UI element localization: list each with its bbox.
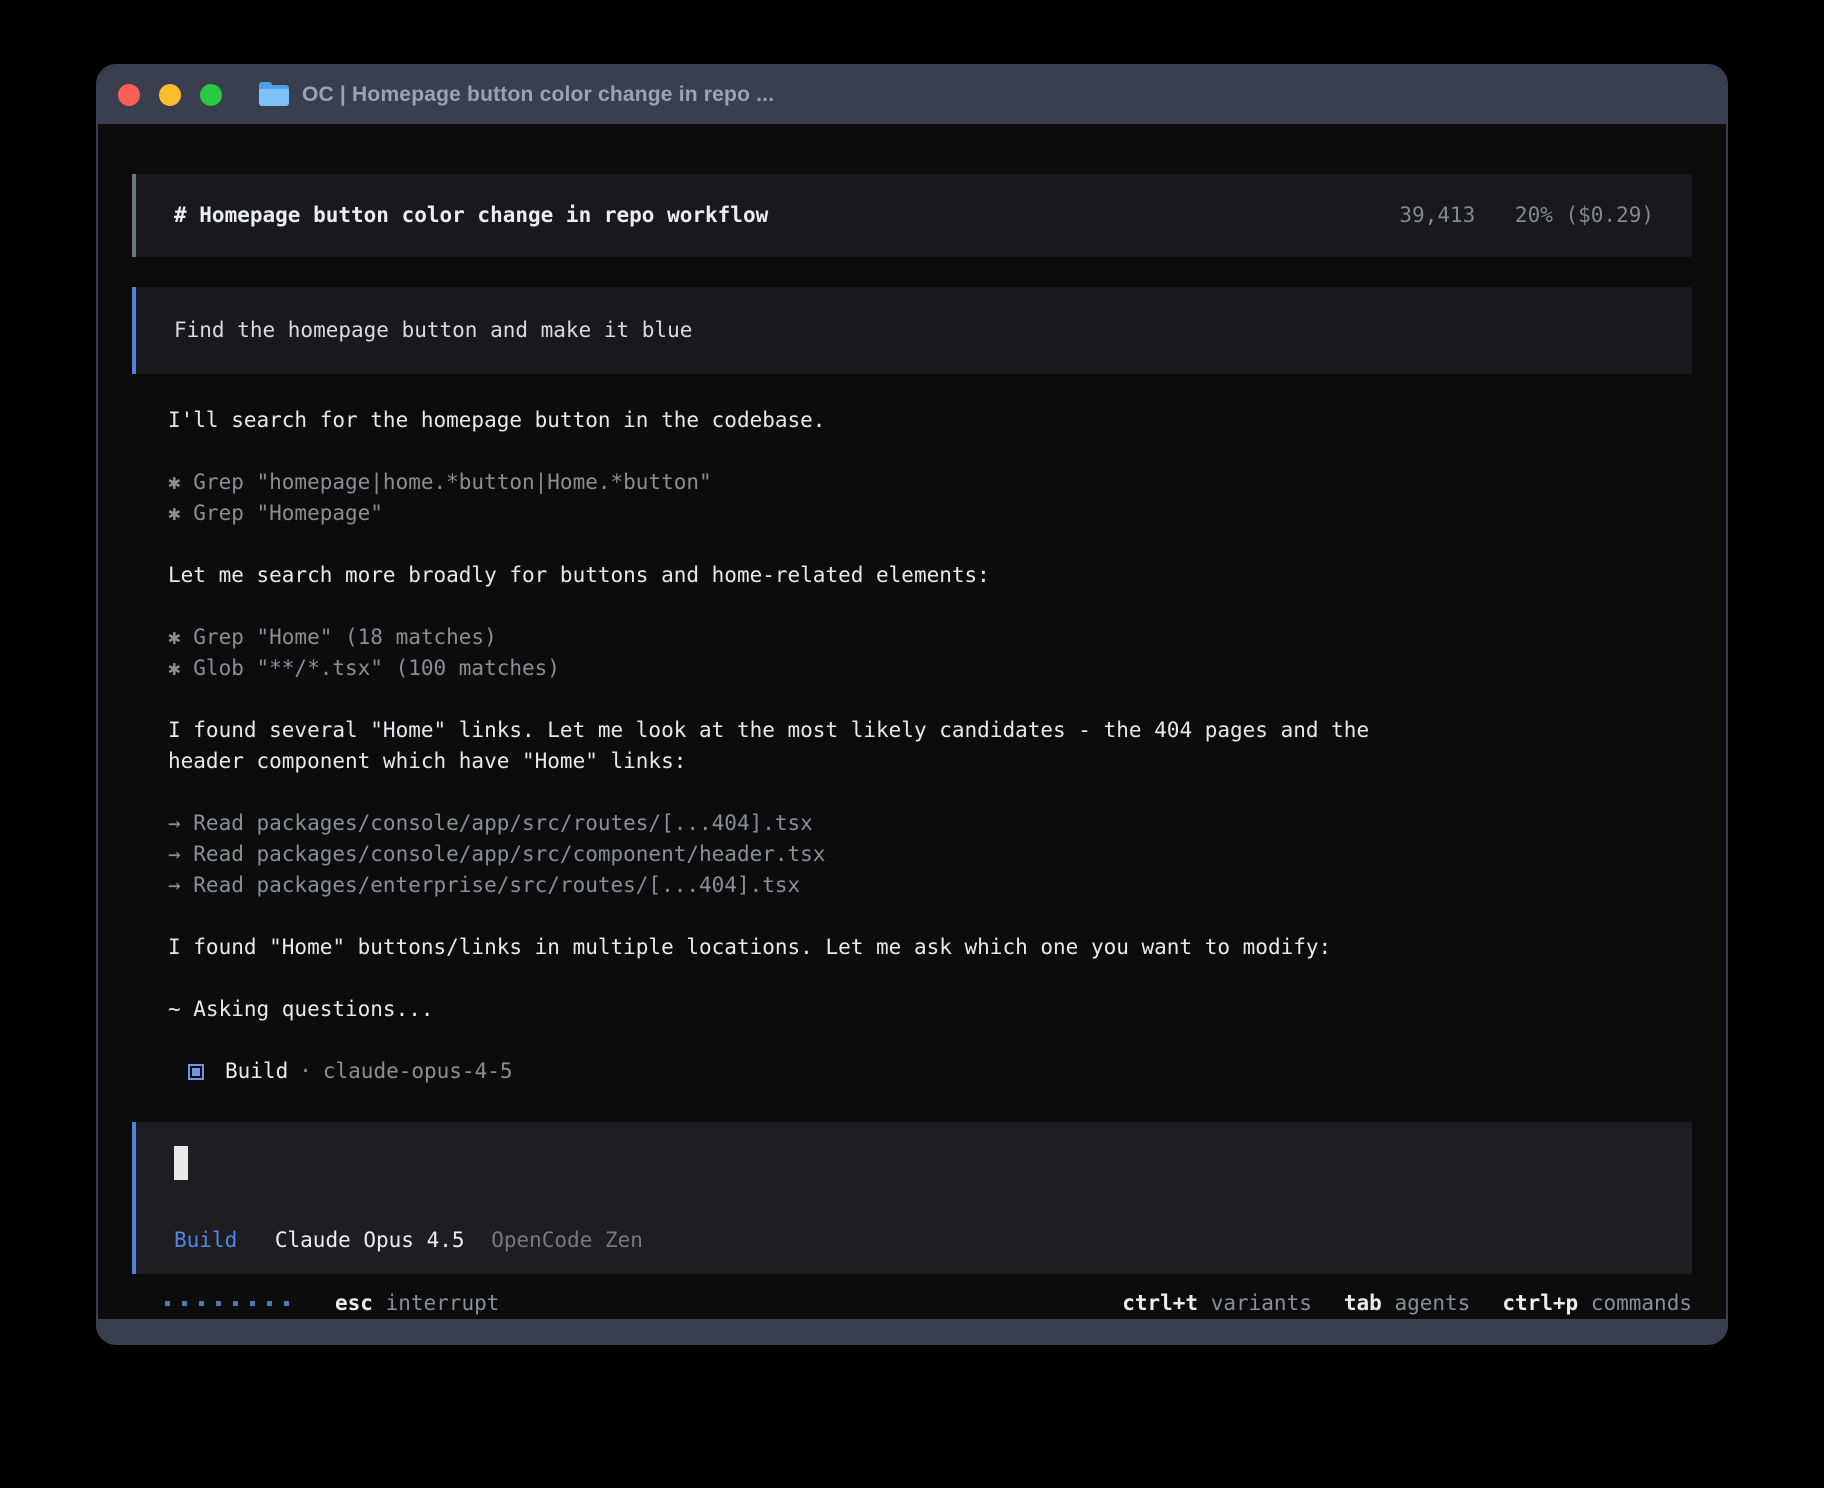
input-meta: Build Claude Opus 4.5 OpenCode Zen — [174, 1225, 1654, 1256]
assistant-paragraph: I'll search for the homepage button in t… — [168, 405, 1692, 436]
input-model-label: Claude Opus 4.5 — [275, 1228, 465, 1252]
assistant-line: I found "Home" buttons/links in multiple… — [168, 932, 1692, 963]
shortcut-key: ctrl+p — [1502, 1291, 1578, 1315]
assistant-paragraph: I found several "Home" links. Let me loo… — [168, 715, 1692, 777]
tool-call-group: → Read packages/console/app/src/routes/[… — [168, 808, 1692, 901]
shortcut-label: agents — [1394, 1291, 1470, 1315]
shortcut-key: tab — [1344, 1291, 1382, 1315]
assistant-line: I'll search for the homepage button in t… — [168, 405, 1692, 436]
context-usage: 20% ($0.29) — [1515, 203, 1654, 227]
close-button[interactable] — [118, 84, 140, 106]
shortcut-key: ctrl+t — [1122, 1291, 1198, 1315]
tool-call-grep: ✱ Grep "homepage|home.*button|Home.*butt… — [168, 467, 1692, 498]
user-message: Find the homepage button and make it blu… — [132, 287, 1692, 374]
agent-footer: Build · claude-opus-4-5 — [188, 1056, 1692, 1087]
titlebar: OC | Homepage button color change in rep… — [98, 66, 1726, 124]
tool-call-group: ✱ Grep "homepage|home.*button|Home.*butt… — [168, 467, 1692, 529]
folder-icon — [259, 83, 289, 107]
prompt-input[interactable]: Build Claude Opus 4.5 OpenCode Zen — [132, 1122, 1692, 1274]
shortcut-variants: ctrl+t variants — [1122, 1288, 1312, 1319]
agent-model: claude-opus-4-5 — [323, 1056, 513, 1087]
minimize-button[interactable] — [159, 84, 181, 106]
agent-build-icon — [188, 1064, 204, 1080]
session-header: # Homepage button color change in repo w… — [132, 174, 1692, 257]
shortcut-agents: tab agents — [1344, 1288, 1470, 1319]
app-window: OC | Homepage button color change in rep… — [96, 64, 1728, 1345]
shortcut-hints-right: ctrl+t variants tab agents ctrl+p comman… — [1090, 1288, 1692, 1319]
shortcut-label: commands — [1591, 1291, 1692, 1315]
tool-call-glob: ✱ Glob "**/*.tsx" (100 matches) — [168, 653, 1692, 684]
token-count: 39,413 — [1399, 203, 1475, 227]
tool-call-grep: ✱ Grep "Home" (18 matches) — [168, 622, 1692, 653]
shortcut-label: interrupt — [386, 1291, 500, 1315]
tool-call-read: → Read packages/enterprise/src/routes/[.… — [168, 870, 1692, 901]
assistant-line: header component which have "Home" links… — [168, 746, 1692, 777]
text-cursor — [174, 1146, 188, 1180]
input-provider-label: OpenCode Zen — [491, 1228, 643, 1252]
assistant-line: Let me search more broadly for buttons a… — [168, 560, 1692, 591]
agent-name: Build — [225, 1056, 288, 1087]
shortcut-interrupt: esc interrupt — [335, 1288, 499, 1319]
zoom-button[interactable] — [200, 84, 222, 106]
tool-call-group: ✱ Grep "Home" (18 matches) ✱ Glob "**/*.… — [168, 622, 1692, 684]
shortcut-commands: ctrl+p commands — [1502, 1288, 1692, 1319]
assistant-line: ~ Asking questions... — [168, 994, 1692, 1025]
assistant-paragraph: I found "Home" buttons/links in multiple… — [168, 932, 1692, 963]
input-agent-label: Build — [174, 1228, 237, 1252]
shortcut-key: esc — [335, 1291, 373, 1315]
shortcut-label: variants — [1211, 1291, 1312, 1315]
spinner-dots — [165, 1301, 301, 1306]
tool-call-grep: ✱ Grep "Homepage" — [168, 498, 1692, 529]
assistant-output: I'll search for the homepage button in t… — [132, 405, 1692, 1118]
terminal: # Homepage button color change in repo w… — [98, 124, 1726, 1319]
tool-call-read: → Read packages/console/app/src/componen… — [168, 839, 1692, 870]
assistant-working-status: ~ Asking questions... — [168, 994, 1692, 1025]
tool-call-read: → Read packages/console/app/src/routes/[… — [168, 808, 1692, 839]
user-message-text: Find the homepage button and make it blu… — [174, 315, 692, 346]
assistant-paragraph: Let me search more broadly for buttons a… — [168, 560, 1692, 591]
assistant-line: I found several "Home" links. Let me loo… — [168, 715, 1692, 746]
status-bar: esc interrupt ctrl+t variants tab agents… — [132, 1288, 1692, 1319]
session-title: # Homepage button color change in repo w… — [174, 200, 768, 231]
window-title: OC | Homepage button color change in rep… — [302, 83, 774, 107]
window-bottom-frame — [98, 1319, 1726, 1343]
session-stats: 39,413 20% ($0.29) — [1399, 200, 1654, 231]
separator-dot: · — [299, 1056, 312, 1087]
